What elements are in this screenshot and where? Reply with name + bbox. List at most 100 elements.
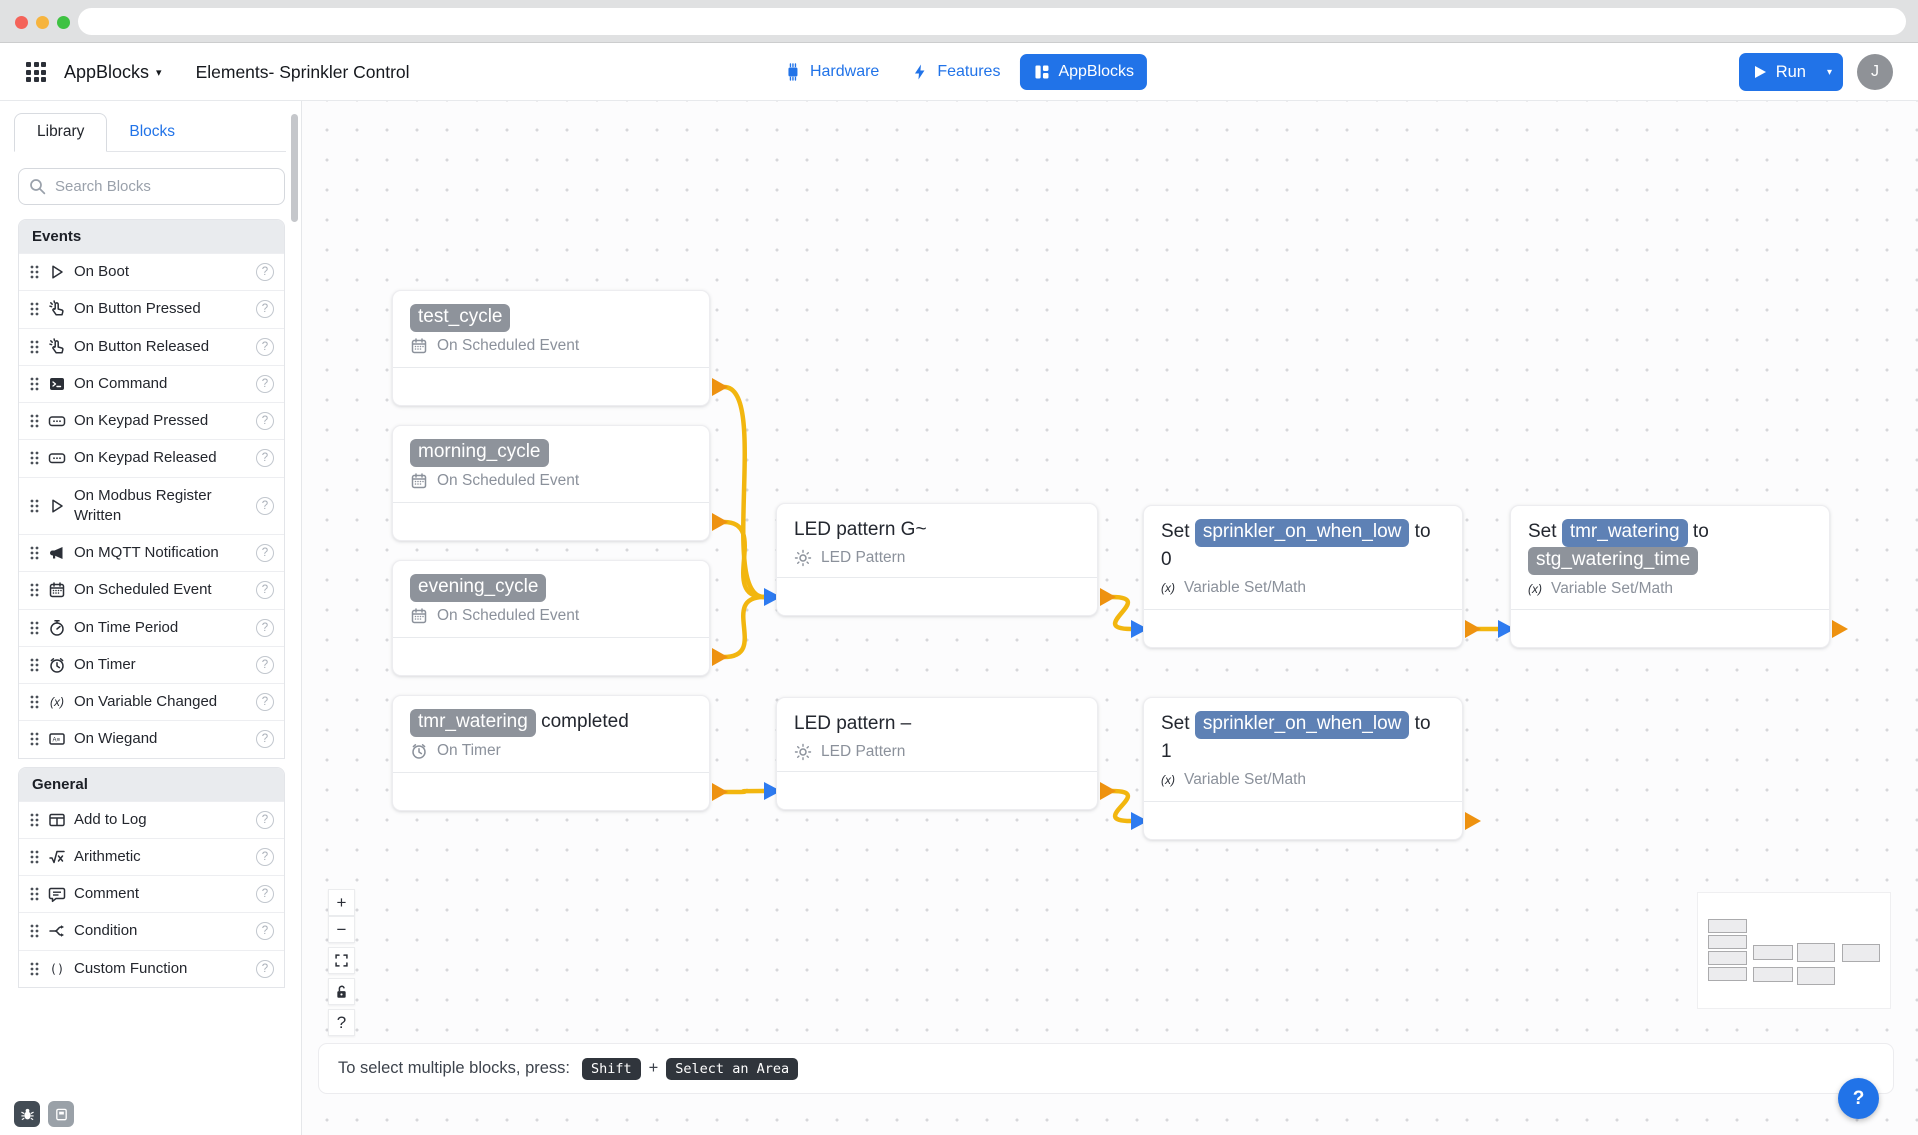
block-item-on-keypad-released[interactable]: On Keypad Released? [19, 439, 284, 476]
flow-block-set_tmr_watering[interactable]: Set tmr_watering to stg_watering_time(x)… [1510, 505, 1830, 648]
minimize-window-button[interactable] [36, 16, 49, 29]
output-port[interactable] [712, 513, 728, 531]
help-icon[interactable]: ? [256, 581, 274, 599]
flow-block-set_low_1[interactable]: Set sprinkler_on_when_low to 1(x)Variabl… [1143, 697, 1463, 840]
help-icon[interactable]: ? [256, 848, 274, 866]
minimap[interactable] [1698, 893, 1890, 1008]
flow-block-set_low_0[interactable]: Set sprinkler_on_when_low to 0(x)Variabl… [1143, 505, 1463, 648]
block-item-on-modbus-register-written[interactable]: On Modbus Register Written? [19, 477, 284, 535]
avatar[interactable]: J [1857, 54, 1893, 90]
drag-handle[interactable] [28, 620, 44, 636]
help-icon[interactable]: ? [256, 300, 274, 318]
drag-handle[interactable] [28, 961, 44, 977]
help-icon[interactable]: ? [256, 656, 274, 674]
nav-hardware-button[interactable]: Hardware [771, 54, 892, 90]
debug-button[interactable] [14, 1101, 40, 1127]
lock-button[interactable] [328, 978, 355, 1005]
help-icon[interactable]: ? [256, 960, 274, 978]
block-item-on-scheduled-event[interactable]: On Scheduled Event? [19, 571, 284, 608]
drag-handle[interactable] [28, 849, 44, 865]
drag-handle[interactable] [28, 413, 44, 429]
drag-handle[interactable] [28, 450, 44, 466]
help-icon[interactable]: ? [256, 412, 274, 430]
flow-block-test_cycle[interactable]: test_cycleOn Scheduled Event [392, 290, 710, 406]
help-icon[interactable]: ? [256, 497, 274, 515]
help-icon[interactable]: ? [256, 619, 274, 637]
block-item-on-timer[interactable]: On Timer? [19, 646, 284, 683]
drag-handle[interactable] [28, 886, 44, 902]
block-item-on-wiegand[interactable]: A≡On Wiegand? [19, 720, 284, 757]
search-input[interactable] [18, 168, 285, 205]
drag-handle[interactable] [28, 923, 44, 939]
apps-grid-icon[interactable] [26, 62, 46, 82]
drag-handle[interactable] [28, 545, 44, 561]
block-item-on-command[interactable]: On Command? [19, 365, 284, 402]
flow-block-led_pattern_dash[interactable]: LED pattern –LED Pattern [776, 697, 1098, 810]
output-port[interactable] [712, 378, 728, 396]
sidebar-scrollbar[interactable] [291, 114, 298, 222]
drag-handle[interactable] [28, 301, 44, 317]
block-item-add-to-log[interactable]: Add to Log? [19, 801, 284, 838]
flow-block-tmr_watering_completed[interactable]: tmr_watering completedOn Timer [392, 695, 710, 811]
url-bar[interactable] [78, 8, 1906, 35]
block-item-on-time-period[interactable]: On Time Period? [19, 609, 284, 646]
output-port[interactable] [712, 648, 728, 666]
fit-view-button[interactable] [328, 947, 355, 974]
help-icon[interactable]: ? [256, 922, 274, 940]
block-item-custom-function[interactable]: ()Custom Function? [19, 950, 284, 987]
title-text: completed [536, 711, 629, 732]
help-icon[interactable]: ? [256, 730, 274, 748]
drag-handle[interactable] [28, 498, 44, 514]
block-item-on-variable-changed[interactable]: (x)On Variable Changed? [19, 683, 284, 720]
block-item-condition[interactable]: Condition? [19, 912, 284, 949]
output-port[interactable] [1465, 812, 1481, 830]
device-button[interactable] [48, 1101, 74, 1127]
nav-appblocks-button[interactable]: AppBlocks [1019, 54, 1147, 90]
zoom-in-button[interactable]: + [328, 889, 355, 916]
close-window-button[interactable] [15, 16, 28, 29]
flow-canvas[interactable]: test_cycleOn Scheduled Event morning_cycl… [302, 101, 1918, 1135]
drag-handle[interactable] [28, 582, 44, 598]
tab-blocks[interactable]: Blocks [107, 114, 197, 151]
run-options-caret[interactable]: ▾ [1818, 67, 1843, 78]
block-item-on-button-released[interactable]: On Button Released? [19, 328, 284, 365]
help-icon[interactable]: ? [256, 693, 274, 711]
output-port[interactable] [1465, 620, 1481, 638]
output-port[interactable] [1832, 620, 1848, 638]
drag-handle[interactable] [28, 376, 44, 392]
drag-handle[interactable] [28, 339, 44, 355]
help-icon[interactable]: ? [256, 885, 274, 903]
help-icon[interactable]: ? [256, 338, 274, 356]
drag-handle[interactable] [28, 812, 44, 828]
zoom-out-button[interactable]: − [328, 916, 355, 943]
drag-handle[interactable] [28, 731, 44, 747]
help-icon[interactable]: ? [256, 544, 274, 562]
help-icon[interactable]: ? [256, 449, 274, 467]
block-item-on-keypad-pressed[interactable]: On Keypad Pressed? [19, 402, 284, 439]
run-button[interactable]: Run ▾ [1739, 53, 1843, 91]
block-item-comment[interactable]: Comment? [19, 875, 284, 912]
tab-library[interactable]: Library [14, 113, 107, 152]
maximize-window-button[interactable] [57, 16, 70, 29]
block-item-on-boot[interactable]: On Boot? [19, 253, 284, 290]
block-item-on-button-pressed[interactable]: On Button Pressed? [19, 290, 284, 327]
flow-block-morning_cycle[interactable]: morning_cycleOn Scheduled Event [392, 425, 710, 541]
drag-handle[interactable] [28, 657, 44, 673]
help-icon[interactable]: ? [256, 263, 274, 281]
appblocks-menu[interactable]: AppBlocks ▾ [64, 62, 162, 83]
nav-features-button[interactable]: Features [898, 54, 1013, 90]
output-port[interactable] [1100, 782, 1116, 800]
output-port[interactable] [712, 783, 728, 801]
variable-icon: (x) [1161, 773, 1175, 787]
flow-block-led_pattern_g[interactable]: LED pattern G~LED Pattern [776, 503, 1098, 616]
drag-handle[interactable] [28, 694, 44, 710]
help-button[interactable]: ? [328, 1009, 355, 1036]
help-button[interactable]: ? [1838, 1078, 1879, 1119]
output-port[interactable] [1100, 588, 1116, 606]
block-item-arithmetic[interactable]: Arithmetic? [19, 838, 284, 875]
drag-handle[interactable] [28, 264, 44, 280]
block-item-on-mqtt-notification[interactable]: On MQTT Notification? [19, 534, 284, 571]
flow-block-evening_cycle[interactable]: evening_cycleOn Scheduled Event [392, 560, 710, 676]
help-icon[interactable]: ? [256, 375, 274, 393]
help-icon[interactable]: ? [256, 811, 274, 829]
